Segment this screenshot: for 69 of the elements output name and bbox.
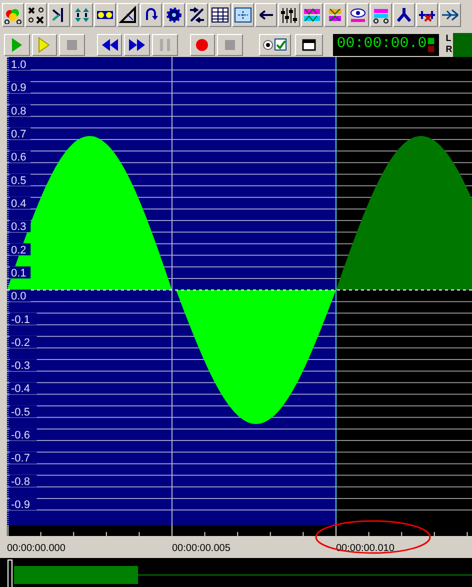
toolbar-button[interactable]: [48, 3, 70, 27]
amplitude-label: -0.3: [10, 359, 37, 372]
amplitude-label: -0.8: [10, 474, 37, 488]
gear-icon: [165, 6, 183, 24]
color-grid-icon: [326, 6, 344, 24]
amplitude-label: 0.8: [10, 104, 31, 118]
amplitude-label: 0.9: [10, 81, 31, 94]
toolbar-button[interactable]: [94, 3, 116, 27]
time-label: 00:00:00.005: [172, 542, 230, 556]
toolbar-button[interactable]: [370, 3, 392, 27]
toolbar-button[interactable]: [393, 3, 415, 27]
amplitude-label: -0.5: [10, 405, 37, 418]
record-button[interactable]: [190, 34, 216, 56]
grid-icon: [234, 6, 252, 24]
toolbar-button[interactable]: [186, 3, 208, 27]
amplitude-label: 0.5: [10, 174, 31, 187]
play-selection-button[interactable]: [32, 34, 58, 56]
time-readout: 00:00:00.0: [336, 34, 427, 54]
fast-forward-button[interactable]: [124, 34, 150, 56]
toolbar-button[interactable]: [301, 3, 323, 27]
toolbar-button[interactable]: [209, 3, 231, 27]
split-arrows-icon: [188, 6, 206, 24]
toolbar-button[interactable]: [232, 3, 254, 27]
amplitude-label: -0.7: [10, 452, 37, 465]
amplitude-label: 0.1: [10, 266, 31, 280]
eye-icon: [349, 6, 367, 24]
toolbar-button[interactable]: [2, 3, 24, 27]
amplitude-label: -0.1: [10, 312, 37, 326]
play-button[interactable]: [4, 34, 30, 56]
rewind-button[interactable]: [96, 34, 122, 56]
amplitude-label: 0.6: [10, 150, 31, 164]
ramp-icon: [119, 6, 137, 24]
amplitude-label: -0.2: [10, 336, 37, 349]
meter-bar: [453, 32, 472, 56]
toggle-button[interactable]: [258, 34, 291, 56]
amplitude-label: -0.4: [10, 382, 37, 396]
toolbar-button[interactable]: [439, 3, 461, 27]
toolbar-button[interactable]: [140, 3, 162, 27]
toolbar-button[interactable]: [416, 3, 438, 27]
amplitude-label: -0.6: [10, 428, 37, 442]
channel-label: L: [446, 32, 452, 44]
amplitude-label: 0.3: [10, 220, 31, 234]
sliders-icon: [280, 6, 298, 24]
toolbar-button[interactable]: [347, 3, 369, 27]
radio-check-icon: [262, 38, 288, 52]
toolbar-button[interactable]: [71, 3, 93, 27]
toolbar-button[interactable]: [324, 3, 346, 27]
amplitude-label: 0.0: [10, 290, 31, 303]
toolbar-button[interactable]: [255, 3, 277, 27]
amplitude-label: -0.9: [10, 498, 37, 512]
amplitude-label: 0.2: [10, 243, 31, 256]
amplitude-label: 0.7: [10, 127, 31, 140]
overview-waveform[interactable]: [0, 558, 472, 587]
amplitude-label: 1.0: [10, 58, 31, 71]
vertical-arrows-icon: [73, 6, 91, 24]
toolbar-button[interactable]: [117, 3, 139, 27]
window-button[interactable]: [294, 34, 323, 56]
color-grid-icon: [303, 6, 321, 24]
toolbar-button[interactable]: [278, 3, 300, 27]
amplitude-label: 0.4: [10, 196, 31, 210]
table-icon: [211, 6, 229, 24]
time-label: 00:00:00.000: [7, 542, 66, 556]
dots-icon: [4, 6, 22, 24]
window-icon: [302, 38, 316, 50]
time-label: 00:00:00.010: [336, 542, 394, 556]
channel-label: R: [446, 44, 452, 54]
toolbar-button[interactable]: [25, 3, 47, 27]
toolbar-button[interactable]: [163, 3, 185, 27]
x-marks-icon: [27, 6, 45, 24]
